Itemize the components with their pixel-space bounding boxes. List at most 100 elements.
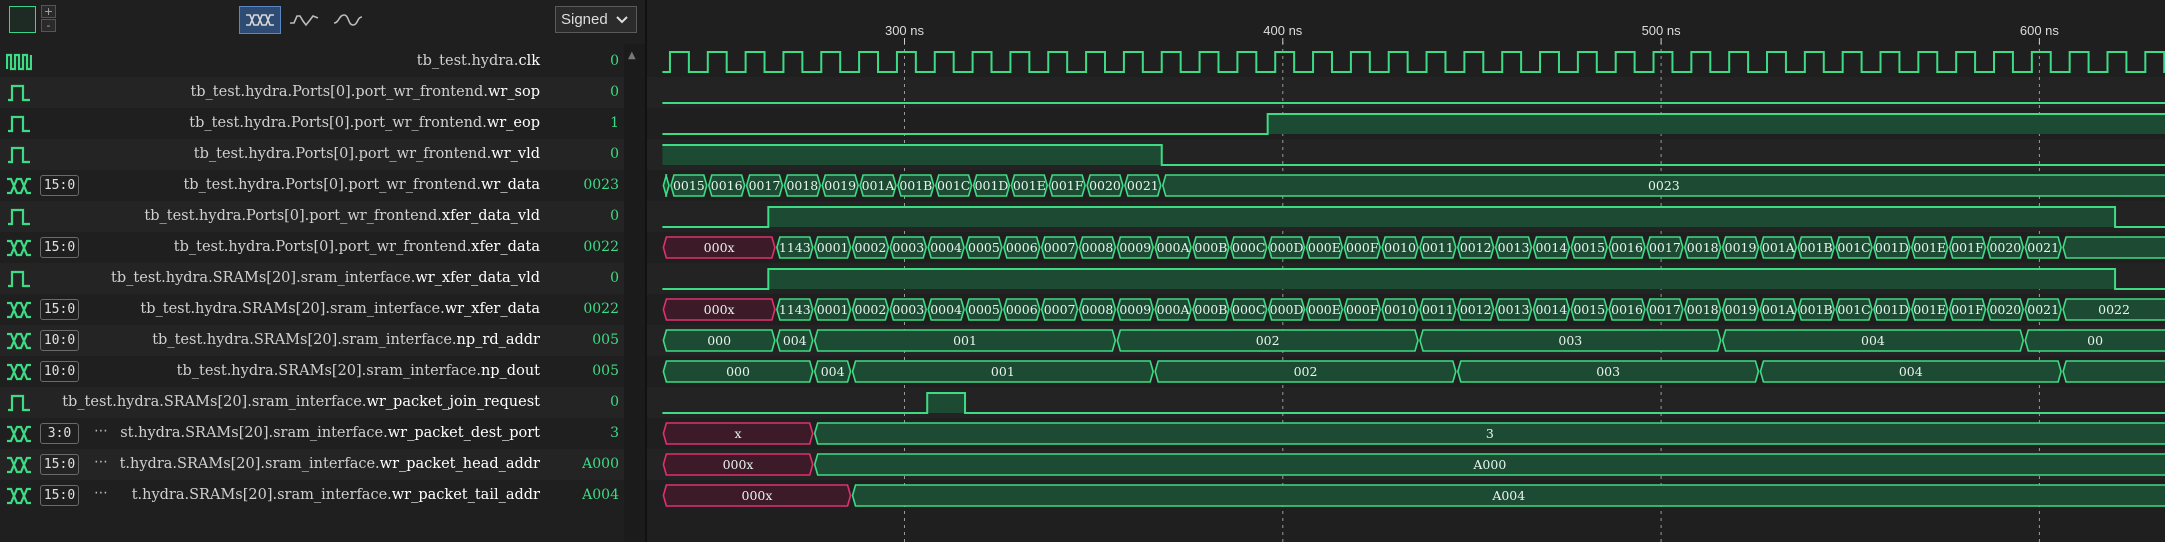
bus-value-label: 0003 — [892, 240, 924, 255]
bus-value-label: 0019 — [1725, 302, 1757, 317]
signal-name-path: t.hydra.SRAMs[20].sram_interface. — [131, 487, 392, 503]
signal-name-leaf: clk — [518, 53, 540, 69]
clock-wave-icon — [5, 53, 33, 71]
bus-value-label: 000x — [704, 302, 735, 317]
signal-name: tb_test.hydra.SRAMs[20].sram_interface.n… — [152, 325, 540, 356]
signal-value: 0 — [610, 208, 619, 224]
signal-value: 0 — [610, 53, 619, 69]
analog-smooth-mode-button[interactable] — [327, 6, 369, 34]
bit-wave-icon — [6, 208, 32, 226]
bus-value-label: 00 — [2087, 333, 2103, 348]
signal-name-path: tb_test.hydra.Ports[0].port_wr_frontend. — [189, 115, 487, 131]
signal-value: A000 — [582, 456, 619, 472]
signal-name-leaf: wr_packet_join_request — [366, 394, 540, 410]
analog-step-mode-button[interactable] — [283, 6, 325, 34]
signal-value: 3 — [610, 425, 619, 441]
bus-value-label: 0004 — [930, 240, 962, 255]
remove-button[interactable]: - — [41, 19, 56, 32]
bus-value-label: 0018 — [1687, 240, 1719, 255]
bus-value-label: 003 — [1558, 333, 1582, 348]
bus-value-label: 001F — [1951, 240, 1984, 255]
scroll-up-arrow-icon[interactable]: ▲ — [628, 50, 636, 61]
bus-value-label: 0020 — [1989, 240, 2021, 255]
bus-mode-button[interactable] — [239, 6, 281, 34]
bus-value-label: 0010 — [1384, 302, 1416, 317]
signal-name: tb_test.hydra.Ports[0].port_wr_frontend.… — [183, 170, 540, 201]
signal-name-path: tb_test.hydra.SRAMs[20].sram_interface. — [111, 270, 416, 286]
signal-name-path: tb_test.hydra.SRAMs[20].sram_interface. — [140, 301, 445, 317]
bus-value-label: 000A — [1157, 240, 1191, 255]
toolbar: + - Signed — [0, 0, 645, 44]
signal-row-wr-xfer-data-vld[interactable]: tb_test.hydra.SRAMs[20].sram_interface.w… — [0, 263, 625, 294]
bus-wave-icon — [6, 363, 32, 381]
bus-value-label: 0004 — [930, 302, 962, 317]
waveform-area[interactable]: 300 ns 400 ns 500 ns 600 ns 0015 0016 0017 0018… — [647, 0, 2165, 542]
signal-row-xfer-data-vld[interactable]: tb_test.hydra.Ports[0].port_wr_frontend.… — [0, 201, 625, 232]
signal-name-leaf: xfer_data_vld — [441, 208, 540, 224]
high-level-fill — [927, 393, 966, 413]
signal-name-leaf: wr_packet_tail_addr — [391, 487, 540, 503]
signal-row-xfer-data[interactable]: 15:0 tb_test.hydra.Ports[0].port_wr_front… — [0, 232, 625, 263]
signal-name-path: tb_test.hydra.SRAMs[20].sram_interface. — [176, 363, 481, 379]
signal-name: tb_test.hydra.Ports[0].port_wr_frontend.… — [190, 77, 540, 108]
signal-name: st.hydra.SRAMs[20].sram_interface.wr_pac… — [120, 418, 540, 449]
bus-value-label: 001 — [953, 333, 977, 348]
signal-row-wr-sop[interactable]: tb_test.hydra.Ports[0].port_wr_frontend.… — [0, 77, 625, 108]
bit-range-badge: 15:0 — [40, 485, 79, 506]
signal-value: 0022 — [583, 239, 619, 255]
chevron-down-icon — [616, 7, 628, 40]
bus-value-label: 000D — [1270, 240, 1304, 255]
bus-wave-icon — [6, 487, 32, 505]
signal-row-wr-xfer-data[interactable]: 15:0 tb_test.hydra.SRAMs[20].sram_interfa… — [0, 294, 625, 325]
high-level-fill — [768, 207, 2116, 227]
radix-select-value: Signed — [561, 11, 608, 28]
signal-row-wr-packet-head-addr[interactable]: 15:0 ⋯ t.hydra.SRAMs[20].sram_interface.wr… — [0, 449, 625, 480]
signal-name-leaf: wr_xfer_data_vld — [415, 270, 540, 286]
bit-wave-icon — [6, 270, 32, 288]
signal-row-np-dout[interactable]: 10:0 tb_test.hydra.SRAMs[20].sram_interfa… — [0, 356, 625, 387]
signal-name-leaf: np_dout — [480, 363, 540, 379]
bus-value-label: 000C — [1232, 302, 1265, 317]
bus-wave-icon — [6, 456, 32, 474]
bus-value-label: 001B — [1800, 302, 1833, 317]
bus-value-label: 3 — [1486, 426, 1494, 441]
signal-row-wr-data[interactable]: 15:0 tb_test.hydra.Ports[0].port_wr_front… — [0, 170, 625, 201]
bus-value-label: 001B — [1800, 240, 1833, 255]
bus-value-label: 001C — [1837, 240, 1870, 255]
high-level-fill — [1267, 114, 2165, 134]
bus-wave-wr-packet-dest-port: x3 — [662, 422, 2165, 445]
signal-row-wr-eop[interactable]: tb_test.hydra.Ports[0].port_wr_frontend.… — [0, 108, 625, 139]
bus-value-label: 000x — [723, 457, 754, 472]
bus-value-label: 0001 — [817, 302, 849, 317]
signal-value: 0 — [610, 270, 619, 286]
bus-value-label: 000E — [1308, 302, 1341, 317]
signal-row-clk[interactable]: tb_test.hydra.clk 0 — [0, 46, 625, 77]
bus-value-label: 0009 — [1119, 240, 1151, 255]
signal-name-path: tb_test.hydra. — [416, 53, 519, 69]
signal-name: tb_test.hydra.SRAMs[20].sram_interface.w… — [62, 387, 540, 418]
signal-value: 0 — [610, 146, 619, 162]
bus-value-label: 001 — [991, 364, 1015, 379]
signal-row-wr-packet-tail-addr[interactable]: 15:0 ⋯ t.hydra.SRAMs[20].sram_interface.wr… — [0, 480, 625, 511]
radix-select[interactable]: Signed — [555, 6, 637, 33]
bus-value-label: 001C — [1837, 302, 1870, 317]
signal-name-leaf: wr_xfer_data — [444, 301, 540, 317]
bus-value-label: 0015 — [1573, 240, 1605, 255]
signal-row-np-rd-addr[interactable]: 10:0 tb_test.hydra.SRAMs[20].sram_interfa… — [0, 325, 625, 356]
analog-smooth-icon — [333, 14, 363, 26]
signal-row-wr-packet-dest-port[interactable]: 3:0 ⋯ st.hydra.SRAMs[20].sram_interface.wr… — [0, 418, 625, 449]
bus-value-label: 0007 — [1044, 302, 1076, 317]
signal-name-leaf: wr_data — [481, 177, 540, 193]
signal-row-wr-vld[interactable]: tb_test.hydra.Ports[0].port_wr_frontend.… — [0, 139, 625, 170]
truncated-name-marker: ⋯ — [94, 454, 108, 470]
bus-value-label: 000F — [1346, 240, 1379, 255]
bus-value-label: 0011 — [1422, 302, 1454, 317]
add-button[interactable]: + — [41, 5, 56, 18]
signal-name-leaf: wr_packet_dest_port — [387, 425, 540, 441]
color-swatch[interactable] — [9, 6, 36, 33]
signal-row-wr-packet-join-request[interactable]: tb_test.hydra.SRAMs[20].sram_interface.w… — [0, 387, 625, 418]
bus-value-label: 001F — [1051, 178, 1084, 193]
bus-value-label: 000A — [1157, 302, 1191, 317]
bus-value-label: 0009 — [1119, 302, 1151, 317]
bus-value-label: 0013 — [1498, 302, 1530, 317]
